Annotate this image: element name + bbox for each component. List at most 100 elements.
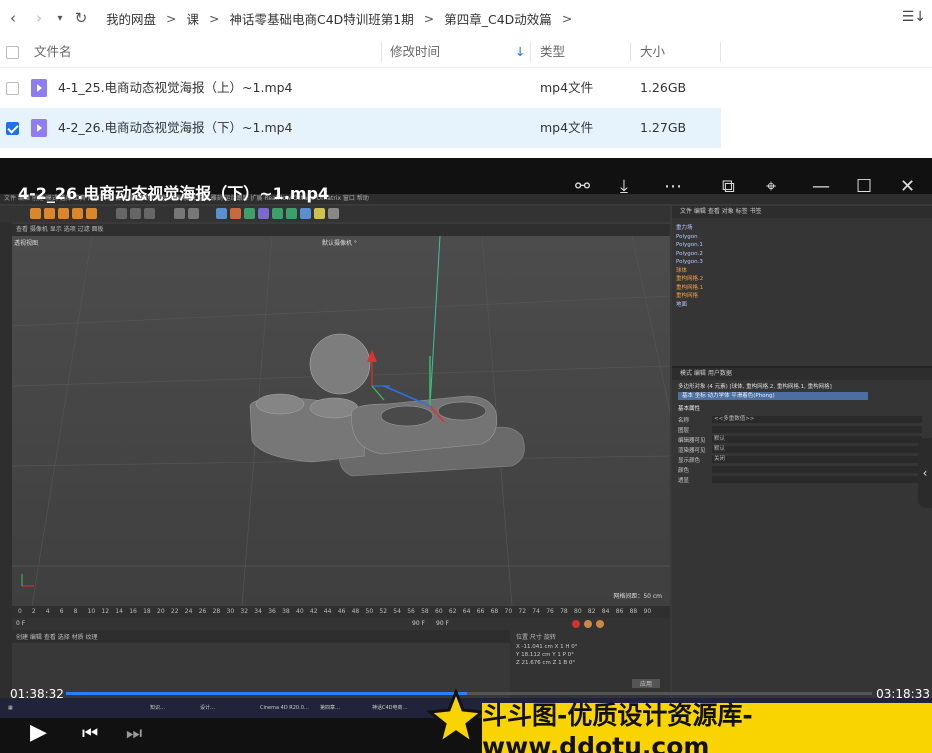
file-name: 4-1_25.电商动态视觉海报（上）~1.mp4 (58, 80, 293, 95)
refresh-button[interactable]: ↻ (68, 0, 94, 36)
breadcrumb-separator: > (166, 10, 177, 26)
timeline-tick-label: 90 (643, 608, 652, 615)
select-all-checkbox[interactable] (6, 46, 19, 59)
file-size: 1.27GB (640, 120, 687, 135)
tool-icon (314, 208, 325, 219)
history-dropdown-button[interactable]: ▾ (52, 0, 68, 36)
forward-button[interactable]: › (26, 0, 52, 36)
skip-back-icon: ⏮ (82, 723, 99, 744)
taskbar-item: 第四章… (320, 705, 341, 711)
timeline-tick-label: 48 (351, 608, 360, 615)
attribute-label: 名称 (678, 418, 690, 424)
timeline-tick-label: 22 (170, 608, 179, 615)
c4d-object-manager: 文件 编辑 查看 对象 标签 书签 重力场 Polygon Polygon.1 Pol… (672, 206, 932, 704)
breadcrumb-item-class[interactable]: 神话零基础电商C4D特训班第1期 (228, 9, 416, 28)
breadcrumb-item-chapter[interactable]: 第四章_C4D动效篇 (442, 9, 554, 28)
current-time: 01:38:32 (10, 687, 64, 701)
share-icon[interactable]: ⚯ (575, 176, 590, 197)
object-list-item: 重构网格.1 (676, 284, 704, 291)
timeline-tick-label: 12 (101, 608, 110, 615)
timeline-tick-label: 74 (532, 608, 540, 615)
timeline-tick-label: 52 (379, 608, 388, 615)
column-header-type[interactable]: 类型 (540, 36, 565, 68)
object-list-item: 重构网格.2 (676, 276, 704, 282)
object-list-item: 球体 (676, 267, 688, 274)
close-icon[interactable]: ✕ (900, 176, 915, 197)
attribute-value: <<多重数值>> (712, 416, 922, 423)
column-divider[interactable] (630, 42, 631, 62)
c4d-toolbar (0, 206, 670, 222)
breadcrumb-item-course[interactable]: 课 (185, 9, 202, 28)
column-header-size[interactable]: 大小 (640, 36, 665, 68)
timeline-tick-label: 44 (323, 608, 332, 615)
taskbar-item: 知识… (150, 705, 166, 711)
c4d-timeline: 0 2 4 6 8 10 12 14 16 18 20 22 24 26 28 30 32 34 36 38 40 42 4… (12, 606, 670, 618)
picture-in-picture-icon[interactable]: ⧉ (722, 176, 735, 197)
minimize-icon[interactable]: — (812, 176, 830, 197)
sort-desc-icon[interactable]: ↓ (515, 36, 525, 68)
attribute-label: 显示颜色 (678, 458, 701, 464)
grid-spacing-label: 网格间距：50 cm (613, 593, 662, 600)
column-header-modified[interactable]: 修改时间 (390, 36, 440, 68)
timeline-tick-label: 86 (615, 608, 624, 615)
timeline-tick-label: 0 (18, 608, 22, 615)
tool-icon (130, 208, 141, 219)
table-row[interactable]: 4-1_25.电商动态视觉海报（上）~1.mp4 mp4文件 1.26GB (0, 68, 721, 108)
column-header-name[interactable]: 文件名 (34, 36, 72, 68)
back-button[interactable]: ‹ (0, 0, 26, 36)
object-list-item: Polygon.1 (676, 242, 703, 248)
chevron-left-icon: ‹ (922, 466, 928, 480)
table-row[interactable]: 4-2_26.电商动态视觉海报（下）~1.mp4 mp4文件 1.27GB (0, 108, 721, 148)
file-table-header: 文件名 修改时间 ↓ 类型 大小 (0, 36, 932, 68)
timeline-tick-label: 64 (462, 608, 471, 615)
object-list-item: Polygon.3 (676, 259, 703, 265)
breadcrumb-separator: > (209, 10, 220, 26)
timeline-tick-label: 80 (574, 608, 582, 615)
sort-view-icon[interactable]: ☰↓ (902, 9, 926, 25)
file-type: mp4文件 (540, 120, 594, 135)
breadcrumb-item-root[interactable]: 我的网盘 (104, 9, 158, 28)
attribute-value: 默认 (712, 446, 922, 453)
taskbar-item: 设计… (200, 705, 216, 711)
attribute-label: 编辑器可见 (678, 438, 706, 444)
row-checkbox[interactable] (6, 82, 19, 95)
column-divider[interactable] (530, 42, 531, 62)
tool-icon (272, 208, 283, 219)
coord-y: Y 18.112 cm Y 1 P 0° (516, 652, 574, 658)
column-divider[interactable] (720, 42, 721, 62)
tool-icon (300, 208, 311, 219)
maximize-icon[interactable]: ☐ (856, 176, 872, 197)
object-list-item: 重构网格 (676, 293, 699, 299)
tool-icon (286, 208, 297, 219)
chevron-left-icon: ‹ (10, 9, 16, 27)
column-divider[interactable] (381, 42, 382, 62)
breadcrumb: 我的网盘 > 课 > 神话零基础电商C4D特训班第1期 > 第四章_C4D动效篇… (104, 9, 580, 28)
tool-icon (328, 208, 339, 219)
tool-icon (44, 208, 55, 219)
pin-icon[interactable]: ⌖ (766, 176, 776, 197)
collapse-sidebar-button[interactable]: ‹ (918, 438, 932, 508)
download-icon[interactable]: ⤓ (620, 176, 628, 197)
timeline-tick-label: 28 (212, 608, 221, 615)
timeline-tick-label: 72 (518, 608, 527, 615)
attribute-label: 颜色 (678, 468, 690, 474)
frame-end: 90 F (412, 620, 425, 627)
row-checkbox[interactable] (6, 122, 19, 135)
timeline-tick-label: 56 (407, 608, 415, 615)
next-button[interactable]: ⏭ (126, 723, 142, 744)
video-file-icon (31, 119, 47, 137)
video-player[interactable]: 文件 编辑 创建 模式 选择 工具 网格 样条 体积 运动图形 角色 动画 模拟… (0, 158, 932, 753)
timeline-tick-label: 40 (296, 608, 304, 615)
tool-icon (86, 208, 97, 219)
top-nav-bar: ‹ › ▾ ↻ 我的网盘 > 课 > 神话零基础电商C4D特训班第1期 > 第四… (0, 0, 932, 36)
previous-button[interactable]: ⏮ (82, 723, 98, 744)
timeline-tick-label: 20 (157, 608, 165, 615)
timeline-tick-label: 24 (184, 608, 193, 615)
tool-icon (72, 208, 83, 219)
video-file-icon (31, 79, 47, 97)
attribute-label: 图层 (678, 428, 690, 434)
timeline-tick-label: 26 (198, 608, 207, 615)
more-icon[interactable]: ⋯ (664, 176, 682, 197)
play-button[interactable]: ▶ (30, 720, 47, 745)
viewport-label: 透视视图 (14, 240, 39, 247)
